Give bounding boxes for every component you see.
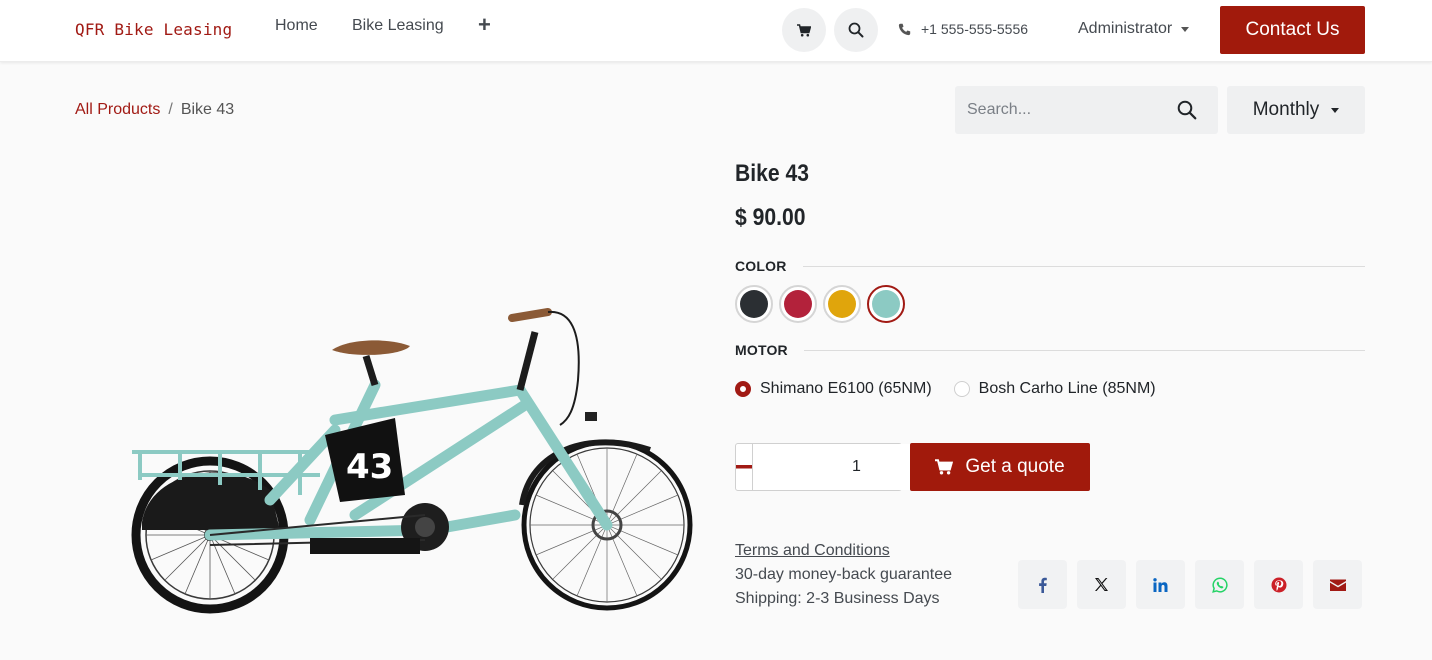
chevron-down-icon xyxy=(1181,26,1190,32)
brake-cable xyxy=(547,310,580,426)
motor-options: Shimano E6100 (65NM) Bosh Carho Line (85… xyxy=(735,380,1156,398)
motor-option-label: Bosh Carho Line (85NM) xyxy=(978,380,1156,397)
cart-icon xyxy=(935,459,954,475)
cart-button[interactable] xyxy=(782,8,826,52)
nav-bike-leasing[interactable]: Bike Leasing xyxy=(352,17,444,35)
pinterest-icon xyxy=(1271,577,1286,592)
breadcrumb-separator: / xyxy=(168,101,173,118)
color-swatch-yellow[interactable] xyxy=(823,285,861,323)
saddle xyxy=(332,340,410,355)
search-submit-button[interactable] xyxy=(1177,100,1197,125)
frame-bag-number: 43 xyxy=(346,447,393,487)
radio-button[interactable] xyxy=(953,381,970,397)
facebook-icon xyxy=(1039,577,1047,593)
share-linkedin-button[interactable] xyxy=(1136,560,1185,609)
color-swatches xyxy=(735,285,905,323)
user-menu[interactable]: Administrator xyxy=(1078,20,1190,38)
color-swatch-black[interactable] xyxy=(735,285,773,323)
phone-number: +1 555-555-5556 xyxy=(921,21,1029,37)
motor-option-shimano[interactable]: Shimano E6100 (65NM) xyxy=(735,380,932,398)
get-a-quote-label: Get a quote xyxy=(965,456,1065,477)
cart-icon xyxy=(797,23,811,36)
footboard xyxy=(310,538,420,554)
seat-post xyxy=(362,354,379,387)
quantity-stepper xyxy=(735,443,977,491)
radio-button[interactable] xyxy=(735,381,751,397)
quantity-decrease-button[interactable] xyxy=(736,444,753,490)
phone-icon xyxy=(898,23,911,35)
product-name: Bike 43 xyxy=(735,160,809,187)
header-search-button[interactable] xyxy=(834,8,878,52)
x-twitter-icon xyxy=(1095,578,1108,591)
color-attribute-header: COLOR xyxy=(735,258,1365,274)
search-input[interactable] xyxy=(955,86,1155,134)
contact-us-button[interactable]: Contact Us xyxy=(1220,6,1365,54)
email-icon xyxy=(1329,579,1346,591)
divider xyxy=(802,265,1365,267)
divider xyxy=(803,349,1365,351)
product-image: 43 xyxy=(120,290,700,620)
nav-home[interactable]: Home xyxy=(275,17,318,35)
breadcrumb: All Products / Bike 43 xyxy=(75,101,234,119)
chevron-down-icon xyxy=(1331,107,1340,113)
product-price: $ 90.00 xyxy=(735,204,806,231)
share-email-button[interactable] xyxy=(1313,560,1362,609)
breadcrumb-current: Bike 43 xyxy=(180,101,235,118)
share-buttons xyxy=(1018,560,1362,609)
swatch-fill xyxy=(740,290,768,318)
color-label: COLOR xyxy=(735,258,787,274)
swatch-fill xyxy=(872,290,900,318)
user-name: Administrator xyxy=(1078,20,1173,37)
terms-link[interactable]: Terms and Conditions xyxy=(735,542,890,560)
handlebar-grip xyxy=(508,308,552,322)
guarantee-text: 30-day money-back guarantee xyxy=(735,566,953,583)
share-whatsapp-button[interactable] xyxy=(1195,560,1244,609)
share-facebook-button[interactable] xyxy=(1018,560,1067,609)
swatch-fill xyxy=(828,290,856,318)
pricelist-dropdown[interactable]: Monthly xyxy=(1227,86,1365,134)
search-icon xyxy=(1177,100,1197,120)
motor-option-label: Shimano E6100 (65NM) xyxy=(760,380,932,397)
motor-label: MOTOR xyxy=(735,342,788,358)
phone-contact[interactable]: +1 555-555-5556 xyxy=(898,21,1028,37)
top-navbar: QFR Bike Leasing Home Bike Leasing + +1 … xyxy=(0,0,1432,62)
headlight xyxy=(585,412,597,421)
product-search xyxy=(955,86,1218,134)
motor-option-bosch[interactable]: Bosh Carho Line (85NM) xyxy=(953,380,1156,398)
pricelist-selected: Monthly xyxy=(1252,99,1320,120)
stem xyxy=(516,331,539,391)
share-pinterest-button[interactable] xyxy=(1254,560,1303,609)
share-x-button[interactable] xyxy=(1077,560,1126,609)
minus-icon xyxy=(736,465,752,469)
breadcrumb-all-products[interactable]: All Products xyxy=(75,101,160,119)
swatch-fill xyxy=(784,290,812,318)
chainring xyxy=(415,517,435,537)
linkedin-icon xyxy=(1153,577,1168,592)
motor-attribute-header: MOTOR xyxy=(735,342,1365,358)
color-swatch-red[interactable] xyxy=(779,285,817,323)
color-swatch-teal[interactable] xyxy=(867,285,905,323)
cargo-bike-illustration: 43 xyxy=(131,308,693,614)
shipping-text: Shipping: 2-3 Business Days xyxy=(735,590,940,607)
site-logo[interactable]: QFR Bike Leasing xyxy=(75,20,232,39)
add-menu-button[interactable]: + xyxy=(478,14,491,36)
search-icon xyxy=(848,22,864,38)
get-a-quote-button[interactable]: Get a quote xyxy=(910,443,1090,491)
whatsapp-icon xyxy=(1211,576,1228,593)
